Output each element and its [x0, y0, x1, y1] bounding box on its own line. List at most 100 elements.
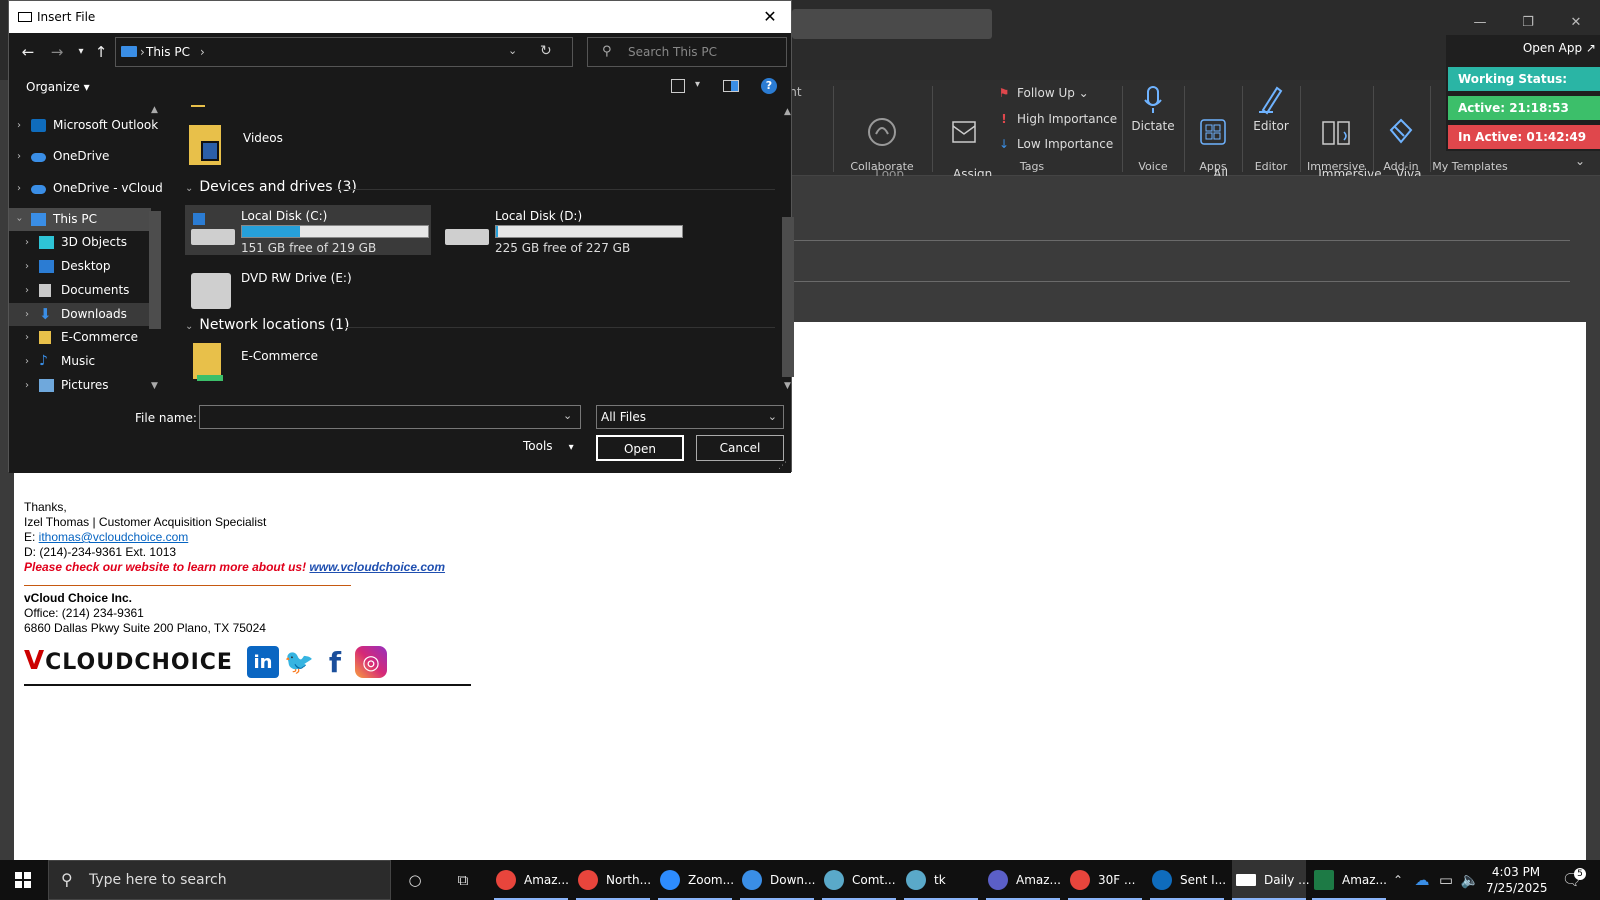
- apps-grid-icon: [1200, 119, 1226, 145]
- expanded-chevron-icon: ›: [13, 217, 25, 222]
- insert-file-dialog: Insert File ✕ ← → ▾ ↑ › This PC › ⌄ ↻ ⚲ …: [8, 0, 794, 473]
- notification-count-badge: 5: [1574, 868, 1586, 880]
- up-arrow-icon[interactable]: ↑: [91, 41, 111, 63]
- editor-pen-icon: [1259, 86, 1283, 115]
- my-templates-group-label: My Templates: [1432, 160, 1508, 173]
- nav-scroll-down-icon[interactable]: ▼: [151, 381, 158, 391]
- restore-button[interactable]: ❐: [1508, 10, 1548, 36]
- taskbar-search-input[interactable]: Type here to search: [89, 872, 227, 888]
- search-icon: ⚲: [61, 870, 73, 889]
- cortana-icon[interactable]: ○: [392, 860, 438, 900]
- nav-item-e-commerce[interactable]: › E-Commerce: [9, 326, 159, 349]
- low-importance-button[interactable]: ↓ Low Importance: [997, 137, 1113, 151]
- sig-email-link[interactable]: ithomas@vcloudchoice.com: [39, 530, 189, 544]
- search-box[interactable]: ⚲ Search This PC: [587, 37, 787, 67]
- file-type-filter[interactable]: All Files ⌄: [596, 405, 784, 429]
- refresh-icon[interactable]: ↻: [540, 43, 552, 59]
- open-button[interactable]: Open: [596, 435, 684, 461]
- outlook-search-bar[interactable]: [792, 9, 992, 39]
- nav-item-onedrive-vcloud[interactable]: › OneDrive - vCloud: [9, 177, 163, 200]
- close-window-button[interactable]: ✕: [1556, 10, 1596, 36]
- chrome-icon: [578, 870, 598, 890]
- nav-pane-scrollbar-thumb[interactable]: [149, 211, 161, 329]
- show-hidden-icons-chevron-icon[interactable]: ⌃: [1386, 860, 1410, 900]
- windows-start-button[interactable]: [0, 860, 46, 900]
- facebook-icon[interactable]: f: [319, 646, 351, 678]
- dvd-drive[interactable]: DVD RW Drive (E:): [185, 265, 431, 311]
- editor-button[interactable]: Editor: [1245, 84, 1297, 134]
- editor-group-label: Editor: [1254, 160, 1288, 173]
- cancel-button[interactable]: Cancel: [696, 435, 784, 461]
- content-scrollbar-thumb[interactable]: [782, 217, 794, 377]
- drive-d[interactable]: Local Disk (D:) 225 GB free of 227 GB: [439, 205, 685, 255]
- dialog-toolbar: Organize ▾ ▾ ?: [9, 71, 791, 105]
- chrome-icon: [496, 870, 516, 890]
- content-scroll-down-icon[interactable]: ▼: [784, 381, 791, 391]
- nav-item-downloads[interactable]: › ⬇ Downloads: [9, 303, 151, 326]
- task-view-icon[interactable]: ⧉: [440, 860, 486, 900]
- dictate-button[interactable]: Dictate: [1125, 84, 1181, 134]
- dialog-close-button[interactable]: ✕: [755, 1, 785, 33]
- remote-desktop-icon: [824, 870, 844, 890]
- follow-up-button[interactable]: ⚑ Follow Up ⌄: [997, 86, 1089, 100]
- view-options-chevron-icon[interactable]: ▾: [695, 79, 700, 90]
- address-dropdown-chevron-icon[interactable]: ⌄: [508, 44, 517, 57]
- forward-arrow-icon[interactable]: →: [47, 41, 67, 63]
- taskbar-clock[interactable]: 4:03 PM 7/25/2025: [1486, 864, 1548, 896]
- inactive-timer: In Active: 01:42:49: [1448, 125, 1600, 149]
- nav-item-desktop[interactable]: › Desktop: [9, 255, 159, 278]
- nav-item-3d-objects[interactable]: › 3D Objects: [9, 231, 159, 254]
- network-icon[interactable]: ▭: [1434, 860, 1458, 900]
- cube-icon: [39, 236, 54, 249]
- network-group-header[interactable]: ⌄ Network locations (1): [185, 317, 349, 333]
- nav-item-music[interactable]: › ♪ Music: [9, 350, 159, 373]
- sig-bottom-line: [24, 684, 471, 686]
- collaborate-group-label: Collaborate: [850, 160, 914, 173]
- nav-scroll-up-icon[interactable]: ▲: [151, 105, 158, 115]
- hard-drive-icon: [191, 229, 235, 245]
- twitter-icon[interactable]: 🐦: [283, 646, 315, 678]
- nav-item-this-pc[interactable]: › This PC: [9, 208, 151, 231]
- onedrive-tray-icon[interactable]: ☁: [1410, 860, 1434, 900]
- collapse-ribbon-chevron-icon[interactable]: ⌄: [1575, 154, 1585, 168]
- network-location-e-commerce[interactable]: E-Commerce: [185, 337, 431, 387]
- search-input[interactable]: Search This PC: [628, 45, 717, 59]
- breadcrumb-this-pc[interactable]: This PC: [146, 45, 190, 59]
- sig-name-title: Izel Thomas | Customer Acquisition Speci…: [24, 515, 267, 529]
- content-scroll-up-icon[interactable]: ▲: [784, 107, 791, 117]
- taskbar-search-box[interactable]: ⚲ Type here to search: [48, 860, 391, 900]
- nav-item-documents[interactable]: › Documents: [9, 279, 159, 302]
- notifications-icon[interactable]: 🗨 5: [1552, 860, 1592, 900]
- minimize-button[interactable]: —: [1460, 10, 1500, 36]
- nav-item-pictures[interactable]: › Pictures: [9, 374, 159, 395]
- view-options-icon[interactable]: [671, 79, 685, 93]
- collapse-chevron-icon: ⌄: [185, 183, 194, 194]
- linkedin-icon[interactable]: in: [246, 646, 279, 678]
- instagram-icon[interactable]: ◎: [354, 646, 387, 678]
- taskbar-app-daily[interactable]: Daily ...: [1232, 860, 1310, 900]
- organize-menu[interactable]: Organize ▾: [26, 80, 90, 94]
- back-arrow-icon[interactable]: ←: [18, 41, 38, 63]
- clock-time: 4:03 PM: [1491, 865, 1541, 879]
- nav-item-onedrive[interactable]: › OneDrive: [9, 145, 159, 168]
- address-bar[interactable]: › This PC › ⌄ ↻: [115, 37, 573, 67]
- drive-c[interactable]: Local Disk (C:) 151 GB free of 219 GB: [185, 205, 431, 255]
- expand-chevron-icon: ›: [25, 285, 29, 296]
- nav-item-microsoft-outlook[interactable]: › Microsoft Outlook: [9, 114, 159, 137]
- high-importance-button[interactable]: ! High Importance: [997, 112, 1117, 126]
- dialog-titlebar: Insert File ✕: [9, 1, 791, 33]
- help-icon[interactable]: ?: [761, 78, 777, 94]
- sig-promo: Please check our website to learn more a…: [24, 560, 446, 574]
- preview-pane-icon[interactable]: [723, 80, 739, 92]
- sig-divider: [24, 585, 351, 586]
- recent-locations-chevron-icon[interactable]: ▾: [71, 41, 91, 63]
- file-name-input[interactable]: [199, 405, 581, 429]
- volume-icon[interactable]: 🔈: [1458, 860, 1482, 900]
- devices-group-header[interactable]: ⌄ Devices and drives (3): [185, 179, 357, 195]
- breadcrumb-separator-icon: ›: [140, 45, 145, 59]
- file-name-dropdown-chevron-icon[interactable]: ⌄: [563, 409, 572, 422]
- sig-website-link[interactable]: www.vcloudchoice.com: [309, 560, 445, 574]
- tools-menu[interactable]: Tools ▾: [523, 439, 574, 453]
- open-app-button[interactable]: Open App ↗: [1523, 41, 1596, 55]
- resize-grip-icon[interactable]: ⋰: [778, 461, 787, 471]
